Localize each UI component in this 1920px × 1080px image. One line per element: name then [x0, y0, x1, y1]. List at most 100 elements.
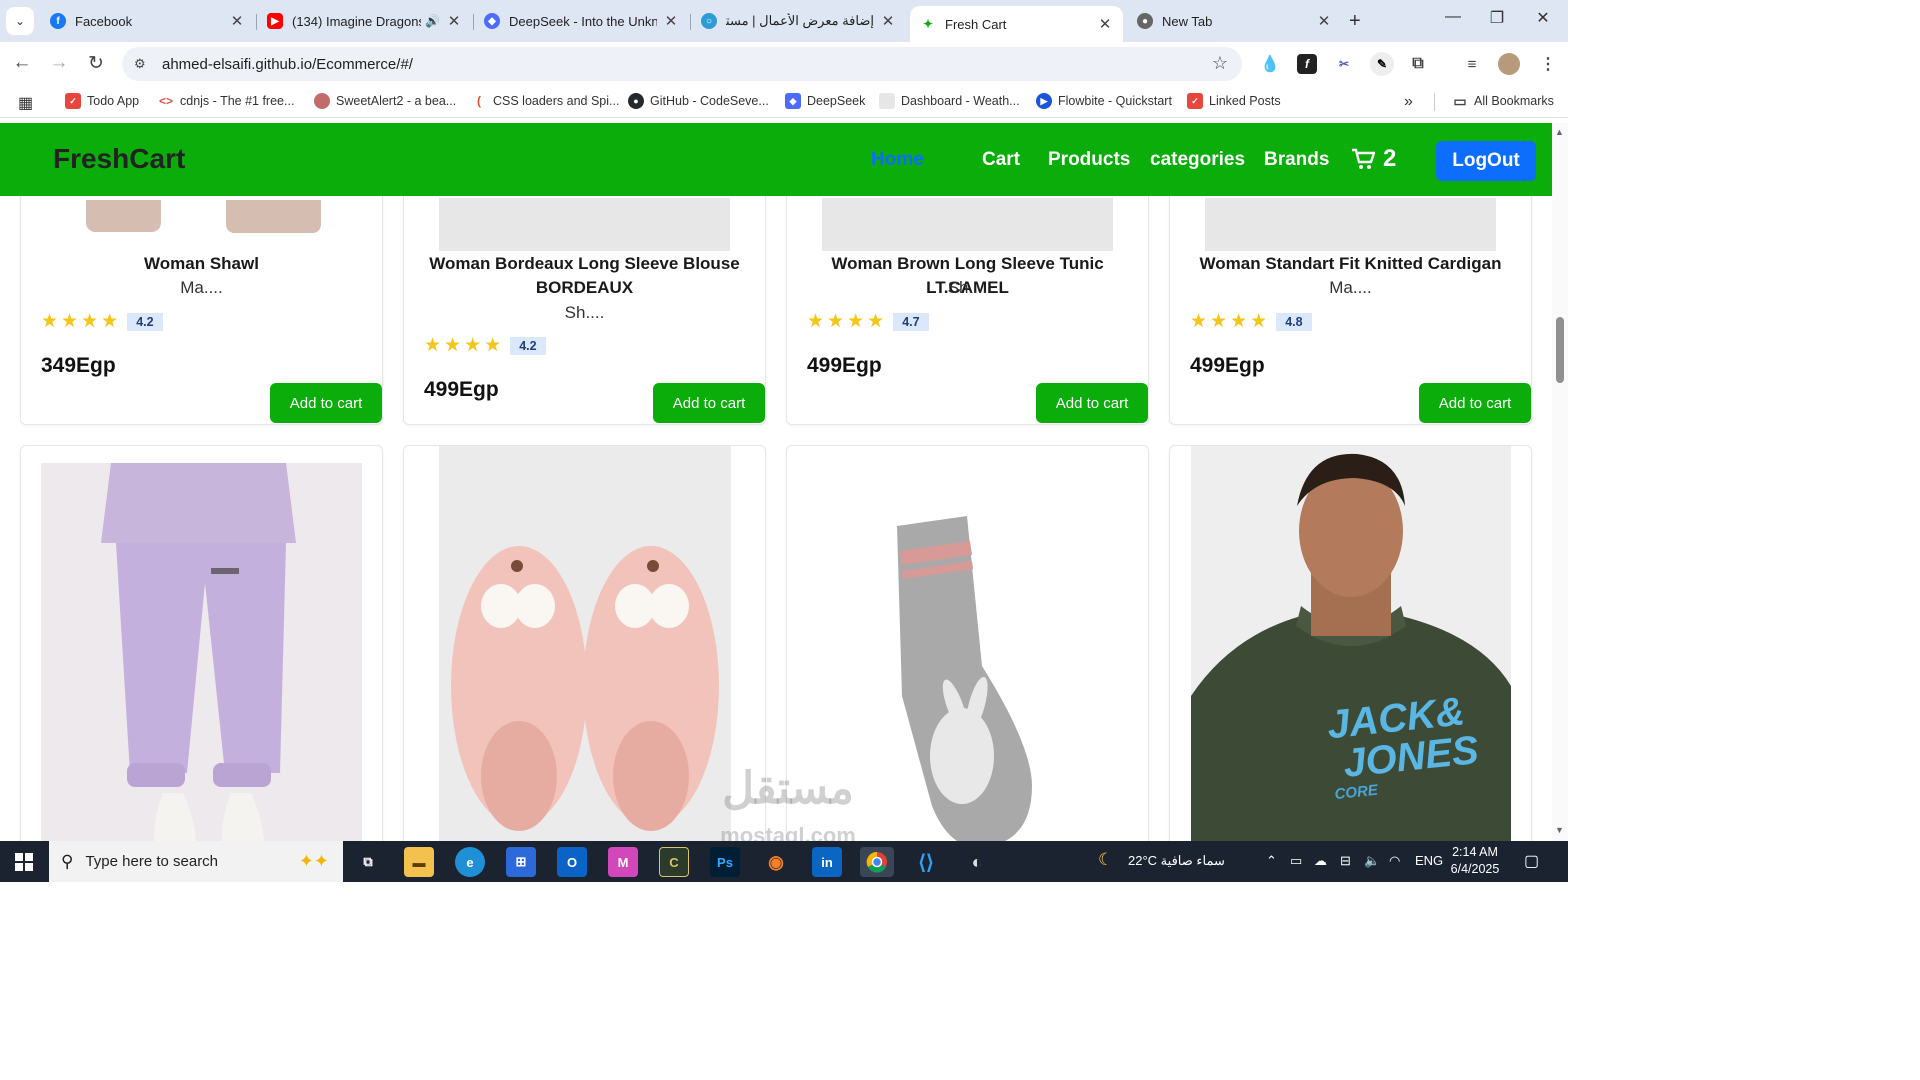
add-to-cart-button[interactable]: Add to cart	[653, 383, 765, 423]
m365-icon[interactable]: M	[608, 847, 638, 877]
task-view-icon[interactable]: ⧉	[353, 847, 383, 877]
bookmark-deepseek[interactable]: ◆ DeepSeek	[785, 93, 865, 109]
tray-expand-icon[interactable]: ⌃	[1266, 853, 1277, 869]
scroll-down-icon[interactable]: ▼	[1555, 825, 1564, 835]
bookmark-star-icon[interactable]: ☆	[1212, 53, 1228, 74]
minimize-button[interactable]: —	[1430, 8, 1476, 26]
outlook-icon[interactable]: O	[557, 847, 587, 877]
menu-dots-icon[interactable]: ⋮	[1538, 54, 1558, 74]
all-bookmarks[interactable]: ▭ All Bookmarks	[1452, 93, 1554, 109]
nav-cart[interactable]: Cart	[982, 149, 1020, 171]
nav-products[interactable]: Products	[1048, 149, 1130, 171]
close-icon[interactable]: ✕	[229, 12, 245, 30]
product-title[interactable]: Woman Standart Fit Knitted Cardigan	[1170, 252, 1531, 276]
wifi-icon[interactable]: ◠	[1389, 853, 1400, 869]
product-title[interactable]: Woman Shawl	[21, 252, 382, 276]
bookmark-todo-app[interactable]: ✓ Todo App	[65, 93, 139, 109]
product-card[interactable]: Woman Brown Long Sleeve Tunic LT.CAMEL S…	[786, 163, 1149, 425]
chrome-icon[interactable]	[860, 847, 894, 877]
close-icon[interactable]: ✕	[1097, 15, 1113, 33]
weather-text[interactable]: 22°C سماء صافية	[1128, 853, 1225, 869]
add-to-cart-button[interactable]: Add to cart	[1419, 383, 1531, 423]
extensions-puzzle-icon[interactable]: ⧉	[1408, 54, 1428, 74]
tab-new-tab[interactable]: ● New Tab ✕	[1127, 6, 1342, 36]
weather-icon[interactable]: ☾	[1098, 850, 1113, 870]
profile-avatar[interactable]	[1498, 53, 1520, 75]
windows-start-button[interactable]	[0, 841, 48, 882]
scroll-thumb[interactable]	[1556, 317, 1564, 383]
star-icon: ★	[81, 311, 99, 332]
tab-fresh-cart[interactable]: ✦ Fresh Cart ✕	[910, 6, 1123, 42]
facebook-icon: f	[50, 13, 66, 29]
product-card[interactable]: Woman Bordeaux Long Sleeve Blouse BORDEA…	[403, 163, 766, 425]
linkedin-icon[interactable]: in	[812, 847, 842, 877]
language-indicator[interactable]: ENG	[1415, 853, 1443, 868]
speaker-icon[interactable]: 🔊	[425, 14, 440, 28]
add-to-cart-button[interactable]: Add to cart	[270, 383, 382, 423]
vscode-icon[interactable]: ⟨⟩	[911, 847, 941, 877]
reload-button[interactable]: ↻	[83, 52, 109, 75]
eyedropper-icon[interactable]: ✎	[1370, 52, 1394, 76]
media-control-icon[interactable]: ≡	[1462, 54, 1482, 74]
edge-icon[interactable]: e	[455, 847, 485, 877]
close-icon[interactable]: ✕	[880, 12, 896, 30]
extension-font-icon[interactable]: f	[1297, 54, 1317, 74]
extension-drop-icon[interactable]: 💧	[1260, 54, 1280, 74]
photoshop-icon[interactable]: Ps	[710, 847, 740, 877]
cart-link[interactable]: 2	[1351, 145, 1396, 173]
blender-icon[interactable]: ◉	[761, 847, 791, 877]
back-button[interactable]: ←	[9, 52, 35, 74]
youtube-icon: ▶	[267, 13, 283, 29]
close-window-button[interactable]: ✕	[1520, 8, 1566, 28]
obs-icon[interactable]: ◐	[962, 847, 992, 877]
forward-button[interactable]: →	[46, 52, 72, 74]
logout-button[interactable]: LogOut	[1436, 141, 1536, 181]
restore-button[interactable]: ❐	[1474, 8, 1520, 28]
network-icon[interactable]: ⊟	[1340, 853, 1351, 869]
scroll-up-icon[interactable]: ▲	[1555, 127, 1564, 137]
close-icon[interactable]: ✕	[663, 12, 679, 30]
extension-tools-icon[interactable]: ✂	[1334, 54, 1354, 74]
cloud-icon[interactable]: ☁	[1314, 853, 1327, 869]
product-card[interactable]: Woman Standart Fit Knitted Cardigan Ma..…	[1169, 163, 1532, 425]
star-icon: ★	[807, 311, 825, 332]
site-info-icon[interactable]: ⚙	[134, 56, 152, 72]
taskbar-search[interactable]: ⚲ Type here to search ✦✦	[49, 841, 343, 882]
store-icon[interactable]: ⊞	[506, 847, 536, 877]
clock[interactable]: 2:14 AM 6/4/2025	[1440, 844, 1510, 878]
add-to-cart-button[interactable]: Add to cart	[1036, 383, 1148, 423]
file-explorer-icon[interactable]: ▬	[404, 847, 434, 877]
volume-icon[interactable]: 🔈	[1364, 853, 1380, 869]
nav-home[interactable]: Home	[871, 149, 924, 171]
battery-icon[interactable]: ▭	[1290, 853, 1302, 869]
app-icon[interactable]: C	[659, 847, 689, 877]
tab-mostaql[interactable]: ○ إضافة معرض الأعمال | مستقل ✕	[691, 6, 906, 36]
nav-categories[interactable]: categories	[1150, 149, 1245, 171]
more-bookmarks-icon[interactable]: »	[1404, 93, 1413, 111]
page-scrollbar[interactable]: ▲ ▼	[1552, 123, 1568, 841]
bookmark-linked-posts[interactable]: ✓ Linked Posts	[1187, 93, 1281, 109]
product-card[interactable]: JACK& JONES CORE	[1169, 445, 1532, 841]
url-text[interactable]: ahmed-elsaifi.github.io/Ecommerce/#/	[162, 56, 413, 73]
product-title[interactable]: Woman Bordeaux Long Sleeve Blouse BORDEA…	[404, 252, 765, 300]
bookmark-dashboard[interactable]: Dashboard - Weath...	[879, 93, 1020, 109]
close-icon[interactable]: ✕	[1316, 12, 1332, 30]
tab-deepseek[interactable]: ◆ DeepSeek - Into the Unkno ✕	[474, 6, 689, 36]
notifications-icon[interactable]: ▢	[1524, 851, 1539, 871]
tab-youtube[interactable]: ▶ (134) Imagine Dragons 🔊 ✕	[257, 6, 472, 36]
product-card[interactable]	[20, 445, 383, 841]
bookmark-sweetalert[interactable]: SweetAlert2 - a bea...	[314, 93, 456, 109]
close-icon[interactable]: ✕	[446, 12, 462, 30]
tab-facebook[interactable]: f Facebook ✕	[40, 6, 255, 36]
bookmark-css-loaders[interactable]: (CSS loaders and Spi...	[471, 93, 619, 109]
bookmark-github[interactable]: ● GitHub - CodeSeve...	[628, 93, 769, 109]
tab-search-button[interactable]: ⌄	[6, 7, 34, 35]
bookmark-cdnjs[interactable]: <> cdnjs - The #1 free...	[158, 93, 294, 109]
product-card[interactable]: Woman Shawl Ma.... ★ ★ ★ ★ 4.2 349Egp Add t…	[20, 163, 383, 425]
apps-grid-icon[interactable]: ▦	[18, 93, 33, 113]
address-bar[interactable]: ⚙ ahmed-elsaifi.github.io/Ecommerce/#/ ☆	[122, 47, 1242, 81]
bookmark-flowbite[interactable]: ▶ Flowbite - Quickstart	[1036, 93, 1172, 109]
brand-logo[interactable]: FreshCart	[53, 143, 185, 175]
nav-brands[interactable]: Brands	[1264, 149, 1329, 171]
new-tab-button[interactable]: +	[1349, 10, 1361, 33]
